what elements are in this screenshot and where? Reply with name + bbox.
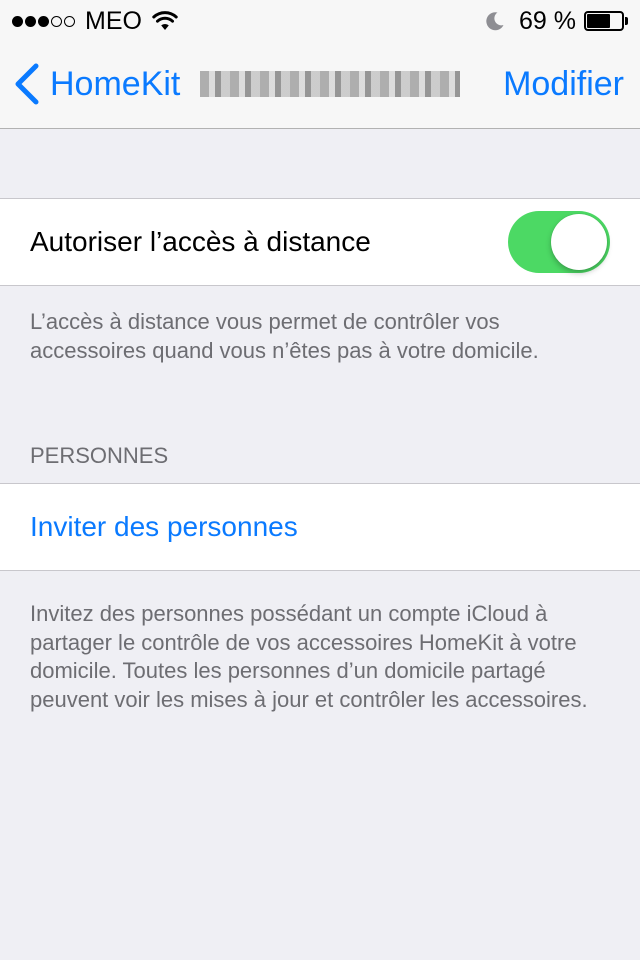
- remote-access-label: Autoriser l’accès à distance: [30, 226, 371, 257]
- back-label: HomeKit: [50, 64, 181, 103]
- moon-icon: [486, 12, 504, 31]
- chevron-left-icon: [15, 63, 39, 105]
- invite-people-button[interactable]: Inviter des personnes: [30, 484, 298, 570]
- signal-dot-empty: [51, 15, 62, 27]
- battery-percentage: 69 %: [519, 6, 576, 35]
- carrier-name: MEO: [85, 6, 142, 35]
- redacted-home-name: [200, 71, 460, 97]
- people-section-header: PERSONNES: [30, 443, 169, 468]
- signal-dot-empty: [64, 15, 75, 27]
- back-button[interactable]: HomeKit: [14, 62, 180, 106]
- signal-dot-full: [38, 15, 49, 27]
- edit-button[interactable]: Modifier: [503, 62, 624, 106]
- status-left: MEO: [12, 6, 178, 35]
- people-footer: Invitez des personnes possédant un compt…: [30, 601, 588, 712]
- remote-access-footer: L’accès à distance vous permet de contrô…: [30, 309, 539, 363]
- signal-dot-full: [25, 15, 36, 27]
- wifi-icon: [152, 11, 178, 30]
- status-right: 69 %: [485, 6, 628, 35]
- remote-access-cell: Autoriser l’accès à distance: [0, 198, 640, 286]
- invite-people-cell[interactable]: Inviter des personnes: [0, 483, 640, 571]
- status-bar: MEO 69 %: [0, 0, 640, 40]
- signal-dot-full: [12, 15, 23, 27]
- toggle-knob: [551, 214, 607, 270]
- battery-icon: [584, 11, 628, 31]
- navigation-bar: HomeKit Modifier: [0, 40, 640, 129]
- remote-access-toggle[interactable]: [508, 211, 610, 273]
